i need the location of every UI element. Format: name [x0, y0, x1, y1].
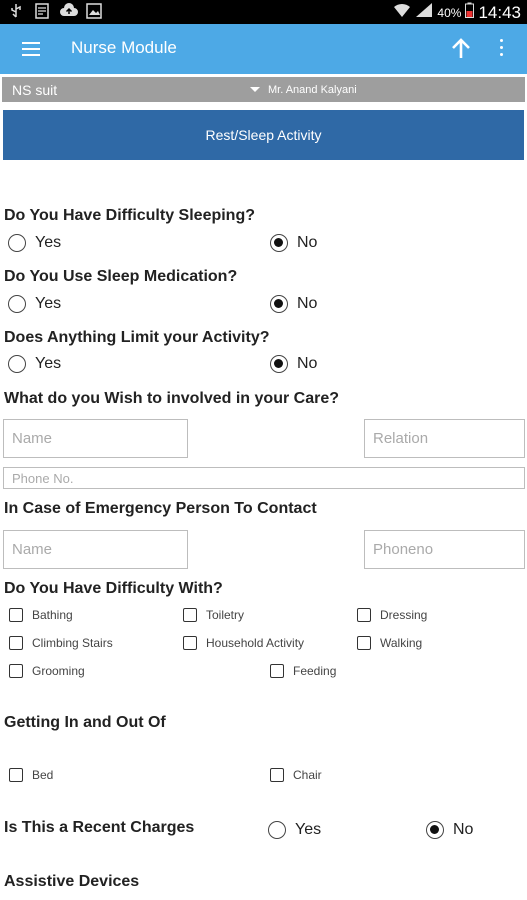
dressing-checkbox[interactable]: Dressing — [357, 608, 427, 622]
arrow-up-icon[interactable] — [448, 36, 474, 62]
household-activity-checkbox[interactable]: Household Activity — [183, 636, 304, 650]
getting-in-out-label: Getting In and Out Of — [4, 714, 166, 731]
medication-no-radio[interactable]: No — [270, 295, 317, 313]
radio-unchecked-icon — [8, 355, 26, 373]
system-status: 40% 14:43 — [393, 2, 521, 23]
bathing-checkbox[interactable]: Bathing — [9, 608, 73, 622]
section-title: Rest/Sleep Activity — [3, 110, 524, 160]
question-limit-activity: Does Anything Limit your Activity? — [4, 329, 270, 346]
bed-checkbox[interactable]: Bed — [9, 768, 53, 782]
radio-unchecked-icon — [8, 295, 26, 313]
battery-percentage: 40% — [437, 5, 462, 20]
battery-icon — [465, 2, 475, 23]
notification-icons — [8, 3, 102, 19]
checkbox-unchecked-icon — [9, 768, 23, 782]
app-title: Nurse Module — [71, 38, 177, 57]
signal-icon — [415, 2, 433, 23]
difficulty-with-label: Do You Have Difficulty With? — [4, 580, 223, 597]
care-name-input[interactable] — [3, 419, 188, 458]
recent-yes-radio[interactable]: Yes — [268, 821, 321, 839]
checkbox-unchecked-icon — [9, 636, 23, 650]
radio-unchecked-icon — [8, 234, 26, 252]
checkbox-unchecked-icon — [9, 608, 23, 622]
overflow-menu-icon[interactable] — [495, 39, 507, 59]
chair-checkbox[interactable]: Chair — [270, 768, 322, 782]
limit-yes-radio[interactable]: Yes — [8, 355, 61, 373]
checkbox-unchecked-icon — [183, 636, 197, 650]
limit-no-radio[interactable]: No — [270, 355, 317, 373]
emergency-phone-input[interactable] — [364, 530, 525, 569]
app-bar: Nurse Module — [0, 24, 527, 74]
image-icon — [86, 3, 102, 19]
checkbox-unchecked-icon — [183, 608, 197, 622]
document-icon — [34, 3, 50, 19]
checkbox-unchecked-icon — [357, 636, 371, 650]
selector-bar: NS suit Mr. Anand Kalyani — [2, 77, 525, 102]
radio-unchecked-icon — [268, 821, 286, 839]
radio-checked-icon — [270, 295, 288, 313]
climbing-stairs-checkbox[interactable]: Climbing Stairs — [9, 636, 113, 650]
care-phone-input[interactable] — [3, 467, 525, 489]
medication-yes-radio[interactable]: Yes — [8, 295, 61, 313]
recent-no-radio[interactable]: No — [426, 821, 473, 839]
status-bar: 40% 14:43 — [0, 0, 527, 24]
cloud-upload-icon — [60, 3, 78, 19]
emergency-contact-label: In Case of Emergency Person To Contact — [4, 500, 317, 517]
checkbox-unchecked-icon — [270, 664, 284, 678]
suit-selector[interactable]: NS suit — [12, 82, 57, 98]
grooming-checkbox[interactable]: Grooming — [9, 664, 85, 678]
feeding-checkbox[interactable]: Feeding — [270, 664, 336, 678]
checkbox-unchecked-icon — [9, 664, 23, 678]
clock: 14:43 — [478, 2, 521, 22]
checkbox-unchecked-icon — [357, 608, 371, 622]
emergency-name-input[interactable] — [3, 530, 188, 569]
radio-checked-icon — [426, 821, 444, 839]
patient-name: Mr. Anand Kalyani — [268, 84, 357, 96]
question-sleep-medication: Do You Use Sleep Medication? — [4, 268, 238, 285]
question-difficulty-sleeping: Do You Have Difficulty Sleeping? — [4, 207, 255, 224]
walking-checkbox[interactable]: Walking — [357, 636, 422, 650]
checkbox-unchecked-icon — [270, 768, 284, 782]
wifi-icon — [393, 2, 411, 23]
care-relation-input[interactable] — [364, 419, 525, 458]
sleeping-no-radio[interactable]: No — [270, 234, 317, 252]
usb-icon — [8, 3, 24, 19]
dropdown-arrow-icon[interactable] — [250, 87, 260, 92]
radio-checked-icon — [270, 355, 288, 373]
radio-checked-icon — [270, 234, 288, 252]
recent-changes-label: Is This a Recent Charges — [4, 819, 195, 836]
hamburger-menu-icon[interactable] — [22, 42, 40, 56]
toiletry-checkbox[interactable]: Toiletry — [183, 608, 244, 622]
sleeping-yes-radio[interactable]: Yes — [8, 234, 61, 252]
care-involvement-label: What do you Wish to involved in your Car… — [4, 390, 339, 407]
assistive-devices-label: Assistive Devices — [4, 873, 140, 890]
